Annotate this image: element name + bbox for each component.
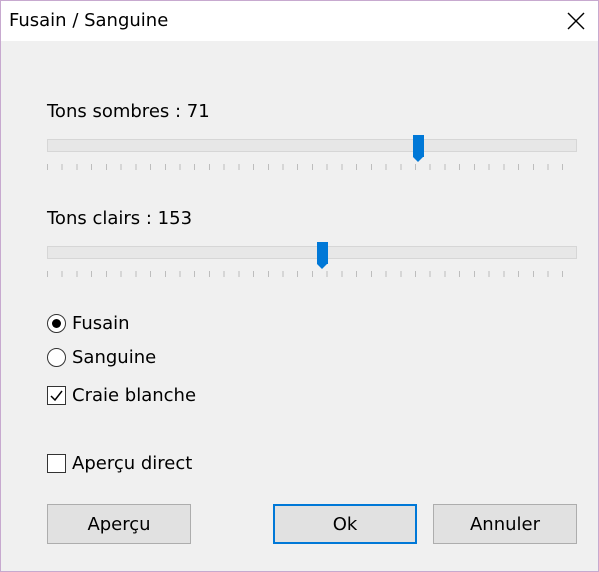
light-tones-slider-track[interactable] (47, 246, 577, 259)
close-button[interactable] (554, 1, 598, 41)
radio-fusain-label: Fusain (72, 313, 130, 334)
checkbox-craie-blanche[interactable]: Craie blanche (47, 385, 196, 406)
light-tones-label: Tons clairs : 153 (47, 208, 193, 229)
light-tones-ticks (47, 271, 577, 277)
radio-sanguine-indicator[interactable] (47, 348, 66, 367)
cancel-button[interactable]: Annuler (433, 504, 577, 544)
preview-button[interactable]: Aperçu (47, 504, 191, 544)
dark-tones-slider-track[interactable] (47, 139, 577, 152)
apercu-direct-checkbox[interactable] (47, 454, 66, 473)
checkbox-apercu-direct[interactable]: Aperçu direct (47, 453, 192, 474)
light-tones-slider-thumb[interactable] (317, 242, 329, 269)
radio-fusain[interactable]: Fusain (47, 313, 130, 334)
ok-button[interactable]: Ok (273, 504, 417, 544)
craie-blanche-label: Craie blanche (72, 385, 197, 406)
checkmark-icon (50, 390, 63, 402)
title-bar: Fusain / Sanguine (1, 1, 598, 41)
radio-sanguine[interactable]: Sanguine (47, 347, 156, 368)
dark-tones-slider-thumb[interactable] (412, 135, 424, 162)
window-title: Fusain / Sanguine (9, 10, 169, 31)
radio-sanguine-label: Sanguine (72, 347, 157, 368)
dark-tones-ticks (47, 164, 577, 170)
apercu-direct-label: Aperçu direct (72, 453, 193, 474)
radio-fusain-indicator[interactable] (47, 314, 66, 333)
dialog-window: Fusain / Sanguine Tons sombres : 71 Tons… (0, 0, 599, 572)
craie-blanche-checkbox[interactable] (47, 386, 66, 405)
close-icon (567, 12, 585, 30)
dark-tones-label: Tons sombres : 71 (47, 101, 210, 122)
